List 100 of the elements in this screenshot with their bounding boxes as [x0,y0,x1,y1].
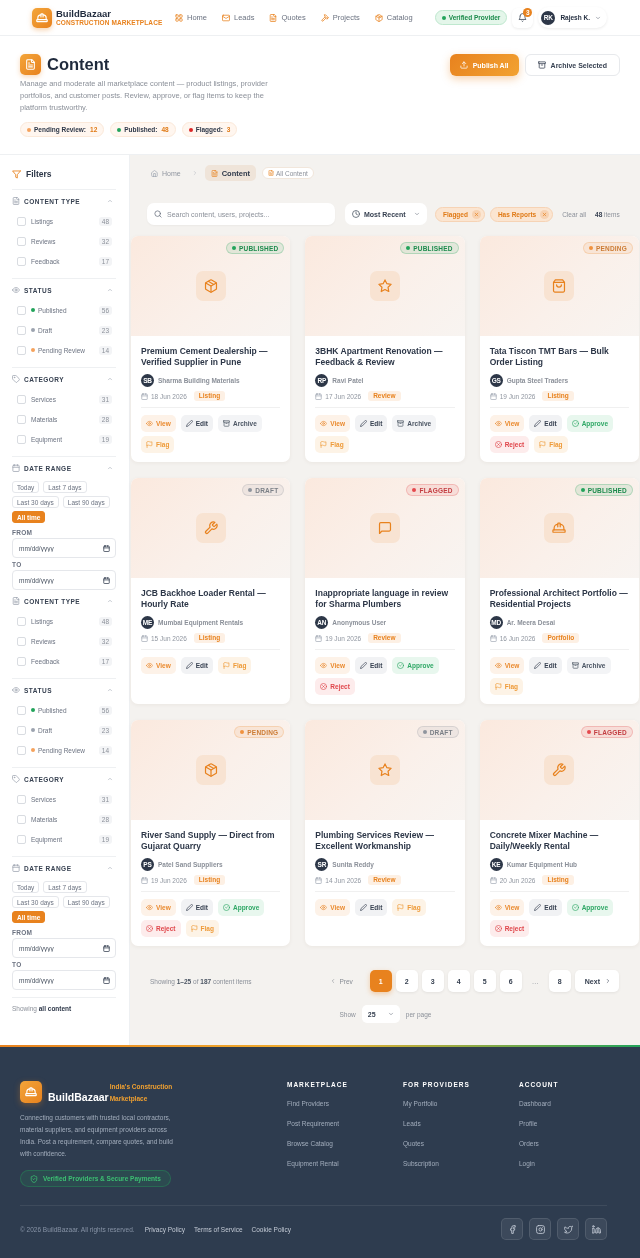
document-icon [210,169,218,177]
social-link[interactable] [529,1218,551,1240]
checkbox[interactable] [17,256,26,266]
calendar-icon [141,634,148,642]
eye-icon [320,904,328,911]
wrench-icon [195,513,226,543]
eye-icon [12,686,20,694]
x-circle-icon [146,925,153,932]
checkbox[interactable] [17,616,26,626]
hammer-icon [320,13,329,22]
grid-icon [175,13,183,22]
calendar-icon [12,864,20,872]
social-link[interactable] [557,1218,579,1240]
document-icon [269,13,278,22]
social-link[interactable] [501,1218,523,1240]
pencil-icon [534,420,542,427]
remove-filter-button[interactable] [540,209,550,219]
calendar-icon [315,392,323,400]
calendar-icon [103,544,110,552]
shopping-bag-icon [544,271,575,301]
card-title: JCB Backhoe Loader Rental — Hourly Rate [141,588,267,610]
hard-hat-icon [20,1081,42,1103]
eye-icon [146,904,153,911]
check-circle-icon [571,420,579,427]
footer-brand-name: BuildBazaar [48,1091,109,1103]
eye-icon [146,662,153,669]
checkbox[interactable] [17,745,26,755]
card-title: Plumbing Services Review — Excellent Workmanship [315,830,435,852]
cube-icon [195,755,226,785]
chevron-down-icon [414,211,420,217]
social-link[interactable] [585,1218,607,1240]
pencil-icon [360,904,368,911]
clock-icon [352,210,360,218]
hard-hat-icon [544,513,575,543]
document-icon [12,597,20,605]
checkbox[interactable] [17,394,26,404]
pencil-icon [534,662,542,669]
flag-icon [397,904,405,911]
calendar-icon [315,876,323,884]
eye-icon [494,904,502,911]
pencil-icon [185,904,193,911]
flag-icon [223,662,230,669]
checkbox[interactable] [17,434,26,444]
calendar-icon [489,634,497,642]
x-circle-icon [494,925,502,932]
pencil-icon [360,662,368,669]
card-title: Inappropriate language in review for Sharma Plumbers [315,588,450,610]
flag-icon [190,925,198,932]
eye-icon [146,420,153,427]
checkbox[interactable] [17,305,26,315]
close-icon [473,211,479,217]
calendar-icon [103,976,110,984]
calendar-icon [103,576,110,584]
search-icon [154,210,162,218]
calendar-icon [103,944,110,952]
checkbox[interactable] [17,725,26,735]
cube-icon [195,271,226,301]
chevron-down-icon [387,1011,394,1017]
checkbox[interactable] [17,236,26,246]
chevron-right-icon [605,978,611,984]
upload-icon [459,61,468,69]
checkbox[interactable] [17,705,26,715]
checkbox[interactable] [17,414,26,424]
pencil-icon [185,420,193,427]
pencil-icon [534,904,542,911]
checkbox[interactable] [17,325,26,335]
checkbox[interactable] [17,636,26,646]
speech-bubble-icon [370,513,400,543]
facebook-icon [507,1224,517,1234]
flag-icon [320,441,328,448]
flag-icon [494,683,502,690]
checkbox[interactable] [17,794,26,804]
checkbox[interactable] [17,216,26,226]
x-circle-icon [320,683,328,690]
calendar-icon [12,464,20,472]
checkbox[interactable] [17,834,26,844]
card-title: River Sand Supply — Direct from Gujarat Quarry [141,830,276,852]
x-circle-icon [494,441,502,448]
checkbox[interactable] [17,656,26,666]
card-title: Premium Cement Dealership — Verified Supplier in Pune [141,346,269,368]
calendar-icon [315,634,323,642]
archive-box-icon [223,420,230,427]
document-icon [12,197,20,205]
flag-icon [146,441,153,448]
document-icon [20,54,41,75]
bell-icon [518,13,528,22]
close-icon [542,211,548,217]
calendar-icon [489,876,497,884]
checkbox[interactable] [17,345,26,355]
check-circle-icon [223,904,230,911]
card-title: Professional Architect Portfolio — Residential Projects [489,588,629,610]
hard-hat-icon [32,7,52,28]
remove-filter-button[interactable] [471,209,481,219]
card-title: 3BHK Apartment Renovation — Feedback & Review [315,346,444,368]
instagram-icon [535,1224,545,1234]
checkbox[interactable] [17,814,26,824]
pencil-icon [360,420,368,427]
tag-icon [12,775,20,783]
eye-icon [320,662,328,669]
card-title: Tata Tiscon TMT Bars — Bulk Order Listing [489,346,610,368]
